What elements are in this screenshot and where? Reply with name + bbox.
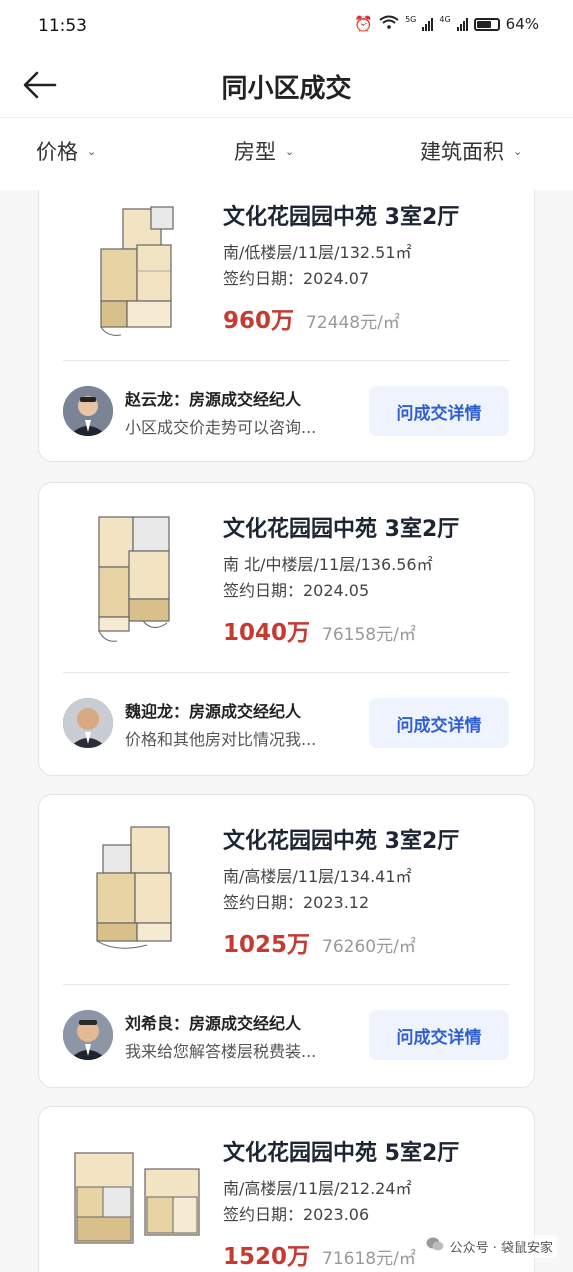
- total-price: 1040万: [223, 620, 311, 646]
- floor-plan-image: [67, 1147, 207, 1257]
- ask-deal-details-button[interactable]: 问成交详情: [369, 698, 509, 748]
- status-bar: 11:53 ⏰ 5G 4G 64%: [0, 0, 573, 52]
- listing-card[interactable]: 文化花园园中苑 3室2厅 南 北/中楼层/11层/136.56㎡ 签约日期：20…: [38, 482, 535, 776]
- filter-area-label: 建筑面积: [420, 140, 504, 164]
- listing-card[interactable]: 文化花园园中苑 3室2厅 南/高楼层/11层/134.41㎡ 签约日期：2023…: [38, 794, 535, 1088]
- avatar[interactable]: [63, 698, 113, 748]
- floor-plan-image: [91, 511, 181, 647]
- listing-meta: 南/高楼层/11层/212.24㎡: [223, 1179, 412, 1198]
- chevron-down-icon: ⌄: [285, 144, 295, 158]
- chevron-down-icon: ⌄: [513, 144, 523, 158]
- agent-message: 小区成交价走势可以咨询...: [125, 418, 317, 437]
- listing-meta: 南 北/中楼层/11层/136.56㎡: [223, 555, 433, 574]
- agent-name: 魏迎龙：房源成交经纪人: [125, 702, 302, 721]
- listing-sign-date: 签约日期：2024.07: [223, 269, 370, 288]
- total-price: 1520万: [223, 1244, 311, 1270]
- listing-title: 文化花园园中苑 5室2厅: [223, 1141, 460, 1166]
- watermark: 公众号 · 袋鼠安家: [421, 1235, 557, 1258]
- unit-price: 72448元/㎡: [306, 313, 400, 333]
- filter-bar: 价格 ⌄ 房型 ⌄ 建筑面积 ⌄: [0, 118, 573, 190]
- listing-card[interactable]: 文化花园园中苑 3室2厅 南/低楼层/11层/132.51㎡ 签约日期：2024…: [38, 190, 535, 462]
- agent-name: 刘希良：房源成交经纪人: [125, 1014, 302, 1033]
- battery-icon: [473, 17, 500, 31]
- wifi-icon: [379, 15, 399, 33]
- filter-layout-label: 房型: [234, 140, 276, 164]
- listing-price: 1520万 71618元/㎡: [223, 1237, 416, 1271]
- ask-deal-details-button[interactable]: 问成交详情: [369, 1010, 509, 1060]
- header: 同小区成交: [0, 52, 573, 118]
- listing-sign-date: 签约日期：2023.06: [223, 1205, 370, 1224]
- agent-message: 价格和其他房对比情况我...: [125, 730, 317, 749]
- network-5g-label: 5G: [405, 15, 417, 24]
- watermark-text: 公众号 · 袋鼠安家: [449, 1241, 553, 1256]
- unit-price: 76260元/㎡: [322, 937, 416, 957]
- listing-title: 文化花园园中苑 3室2厅: [223, 829, 460, 854]
- wechat-icon: [426, 1237, 444, 1256]
- filter-price[interactable]: 价格 ⌄: [36, 136, 96, 166]
- signal-icon: [456, 17, 468, 31]
- agent-message: 我来给您解答楼层税费装...: [125, 1042, 317, 1061]
- listing-meta: 南/高楼层/11层/134.41㎡: [223, 867, 412, 886]
- filter-price-label: 价格: [36, 140, 78, 164]
- listing-price: 1025万 76260元/㎡: [223, 925, 416, 959]
- listing-title: 文化花园园中苑 3室2厅: [223, 205, 460, 230]
- unit-price: 71618元/㎡: [322, 1249, 416, 1269]
- status-icons: ⏰ 5G 4G 64%: [354, 15, 539, 33]
- listing-list[interactable]: 文化花园园中苑 3室2厅 南/低楼层/11层/132.51㎡ 签约日期：2024…: [0, 190, 573, 1272]
- battery-level: 64%: [505, 15, 539, 33]
- listing-sign-date: 签约日期：2024.05: [223, 581, 370, 600]
- total-price: 960万: [223, 308, 295, 334]
- avatar[interactable]: [63, 1010, 113, 1060]
- agent-name: 赵云龙：房源成交经纪人: [125, 390, 302, 409]
- divider: [63, 984, 510, 985]
- listing-sign-date: 签约日期：2023.12: [223, 893, 370, 912]
- listing-title: 文化花园园中苑 3室2厅: [223, 517, 460, 542]
- signal-icon: [422, 17, 434, 31]
- page-title: 同小区成交: [221, 74, 352, 104]
- filter-layout[interactable]: 房型 ⌄: [234, 136, 294, 166]
- status-time: 11:53: [38, 16, 87, 36]
- avatar[interactable]: [63, 386, 113, 436]
- listing-price: 960万 72448元/㎡: [223, 301, 400, 335]
- divider: [63, 360, 510, 361]
- listing-price: 1040万 76158元/㎡: [223, 613, 416, 647]
- divider: [63, 672, 510, 673]
- network-4g-label: 4G: [439, 15, 451, 24]
- floor-plan-image: [91, 823, 181, 959]
- chevron-down-icon: ⌄: [87, 144, 97, 158]
- filter-area[interactable]: 建筑面积 ⌄: [420, 136, 522, 166]
- alarm-icon: ⏰: [354, 15, 374, 33]
- total-price: 1025万: [223, 932, 311, 958]
- unit-price: 76158元/㎡: [322, 625, 416, 645]
- ask-deal-details-button[interactable]: 问成交详情: [369, 386, 509, 436]
- floor-plan-image: [91, 203, 181, 339]
- listing-meta: 南/低楼层/11层/132.51㎡: [223, 243, 412, 262]
